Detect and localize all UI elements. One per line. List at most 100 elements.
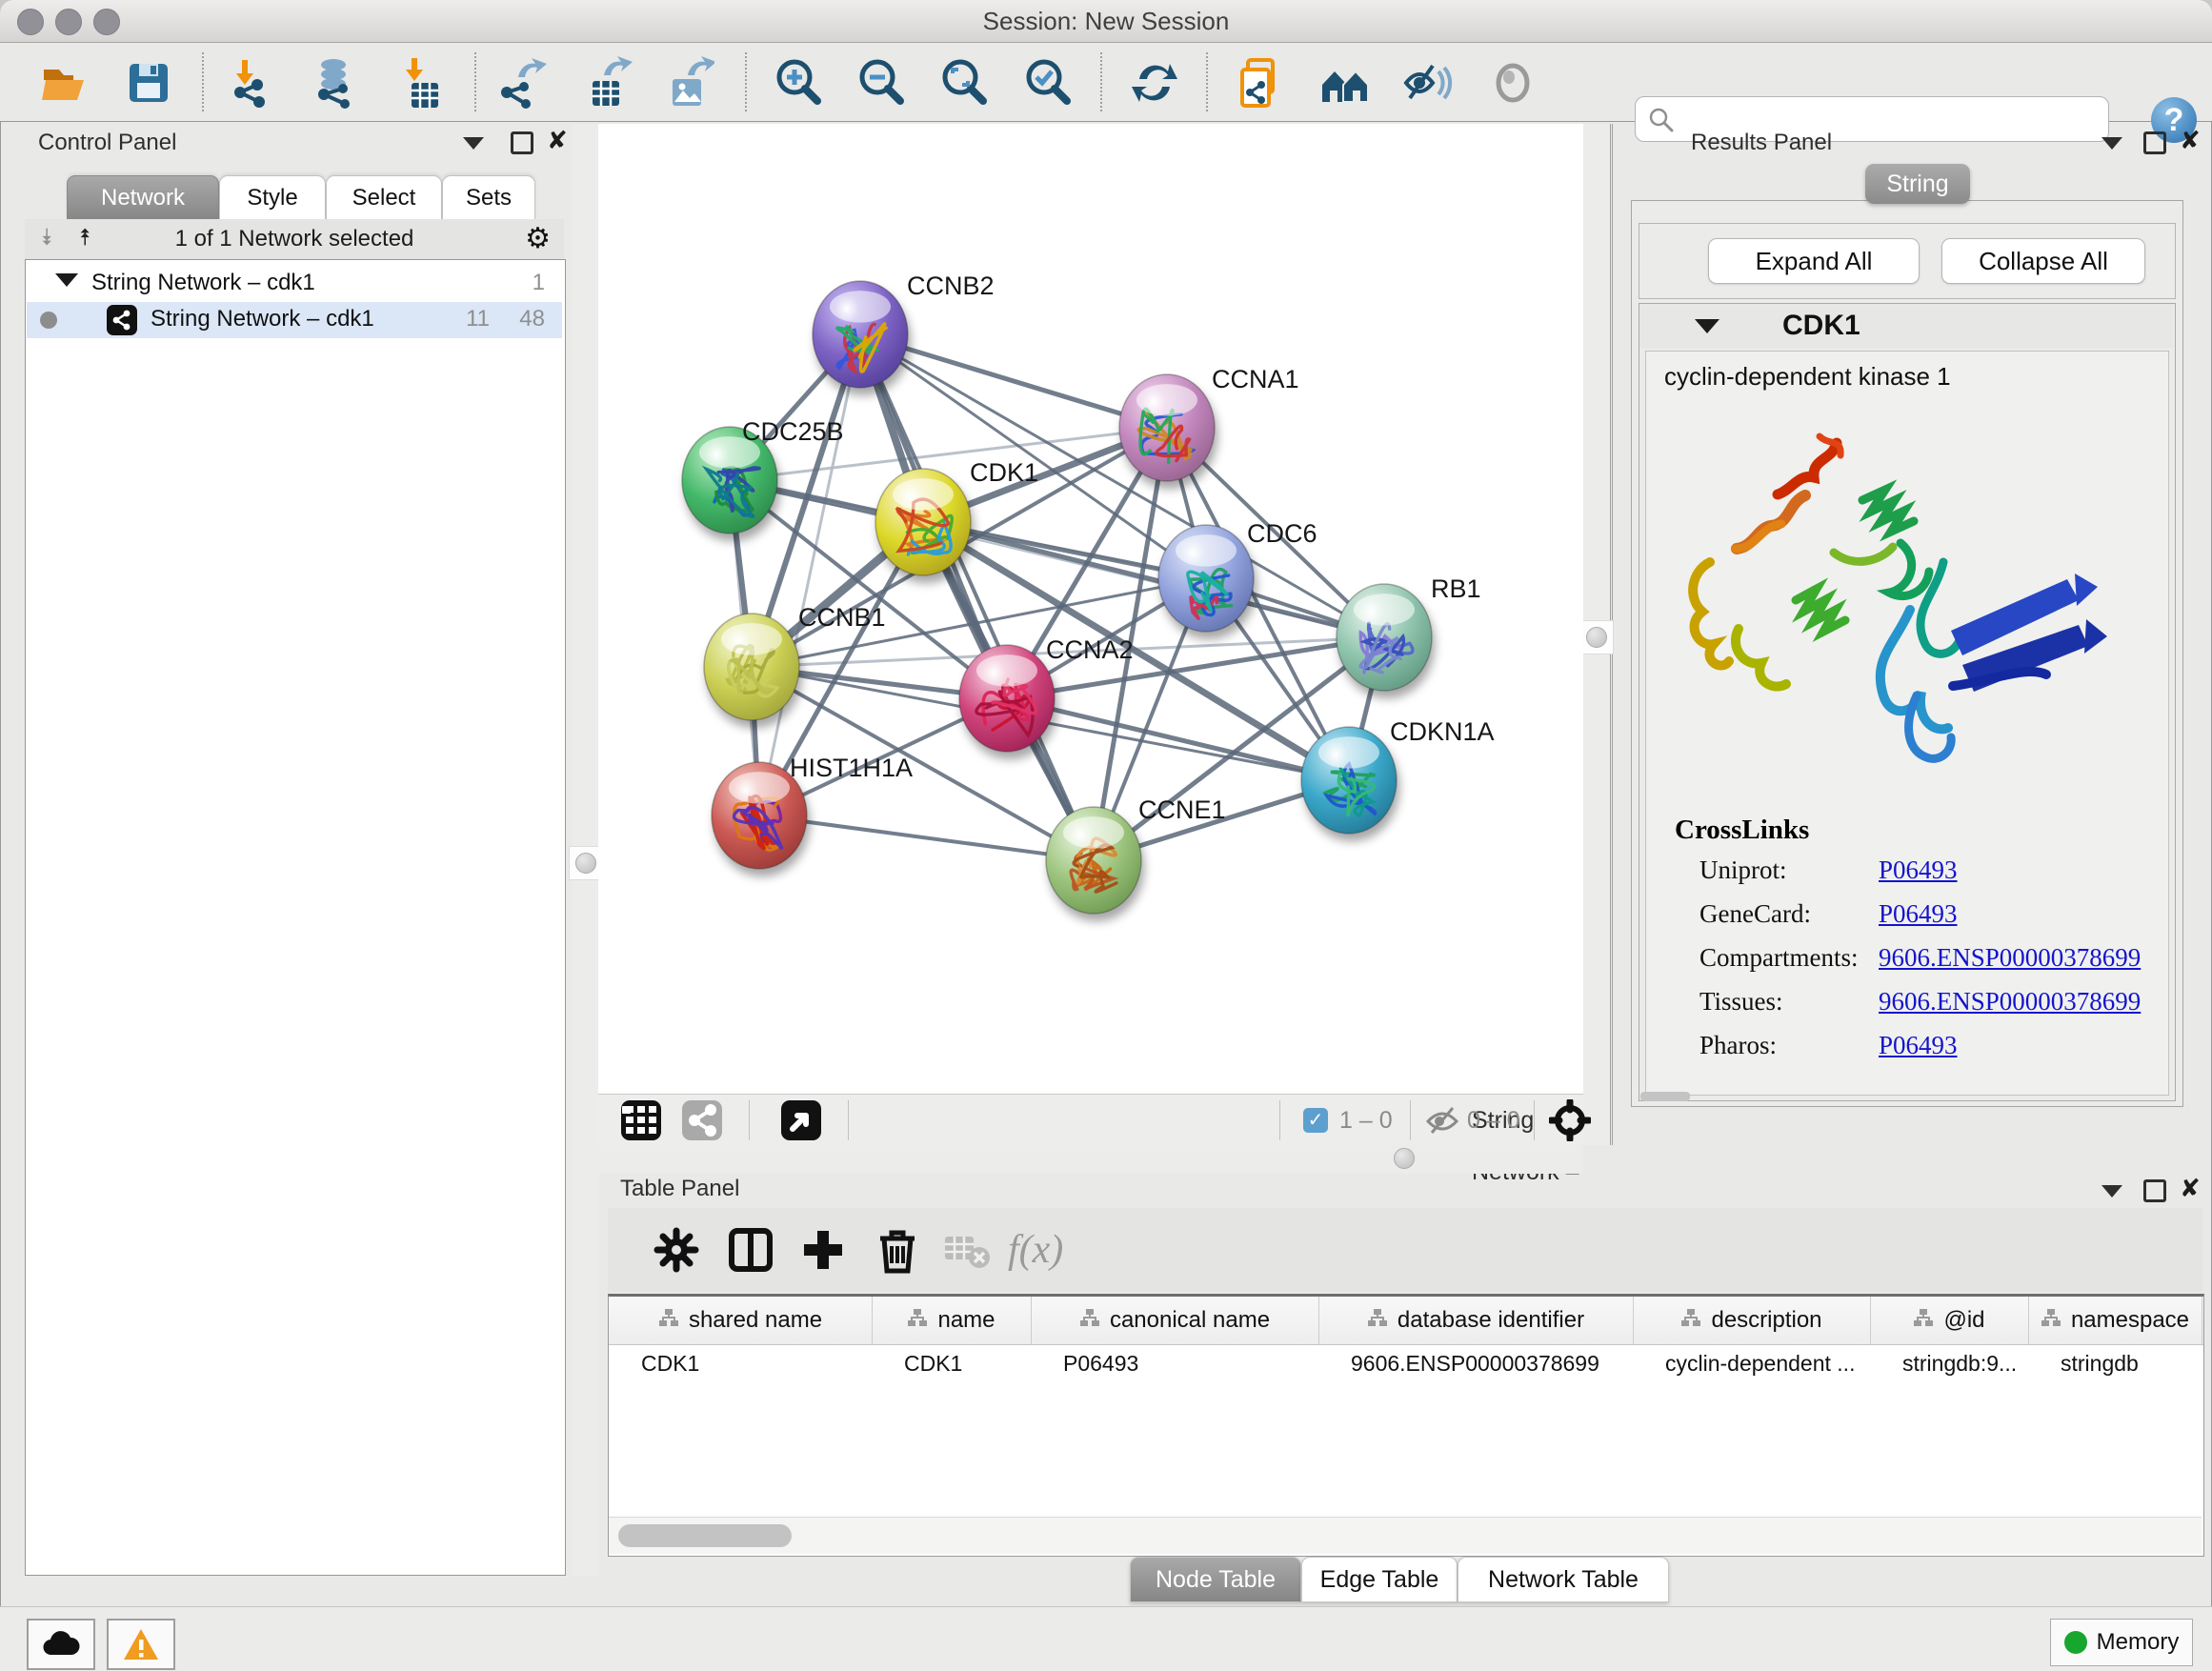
crosslink-label: Compartments: bbox=[1699, 943, 1858, 973]
table-cell[interactable]: CDK1 bbox=[872, 1344, 1031, 1382]
network-node-ccna2[interactable] bbox=[959, 645, 1055, 752]
network-node-ccnb1[interactable] bbox=[704, 614, 799, 720]
collapse-all-button[interactable]: Collapse All bbox=[1941, 238, 2145, 284]
clone-network-icon[interactable] bbox=[1235, 56, 1288, 110]
table-hscrollbar[interactable] bbox=[609, 1517, 2202, 1554]
crosslink-link[interactable]: P06493 bbox=[1879, 899, 1958, 929]
crosslink-link[interactable]: P06493 bbox=[1879, 856, 1958, 885]
expand-all-button[interactable]: Expand All bbox=[1708, 238, 1920, 284]
tab-style[interactable]: Style bbox=[219, 175, 326, 220]
tab-edge-table[interactable]: Edge Table bbox=[1301, 1557, 1458, 1602]
birdseye-grid-icon[interactable] bbox=[621, 1100, 661, 1140]
network-node-ccna1[interactable] bbox=[1119, 374, 1215, 481]
hide-graphics-icon[interactable] bbox=[1400, 56, 1454, 110]
table-cell[interactable]: 9606.ENSP00000378699 bbox=[1318, 1344, 1633, 1382]
show-home-icon[interactable] bbox=[1318, 56, 1372, 110]
table-column-header[interactable]: namespace bbox=[2028, 1297, 2202, 1344]
column-type-icon bbox=[1367, 1307, 1388, 1334]
results-scrollbar-thumb[interactable] bbox=[1640, 1092, 1690, 1101]
table-cell[interactable]: P06493 bbox=[1031, 1344, 1318, 1382]
table-panel-float-icon[interactable] bbox=[2143, 1179, 2166, 1208]
apply-layout-icon[interactable] bbox=[1128, 56, 1181, 110]
import-table-icon[interactable] bbox=[394, 56, 448, 110]
zoom-fit-icon[interactable] bbox=[937, 56, 991, 110]
warnings-button[interactable] bbox=[107, 1619, 175, 1670]
collection-expand-icon[interactable] bbox=[55, 273, 78, 287]
zoom-out-icon[interactable] bbox=[855, 56, 908, 110]
network-node-cdkn1a[interactable] bbox=[1301, 727, 1397, 834]
network-edge[interactable] bbox=[759, 815, 1094, 860]
show-columns-icon[interactable] bbox=[724, 1223, 777, 1277]
table-column-header[interactable]: description bbox=[1633, 1297, 1871, 1344]
tab-network[interactable]: Network bbox=[67, 175, 219, 220]
entry-collapse-icon[interactable] bbox=[1695, 319, 1719, 333]
memory-button[interactable]: Memory bbox=[2050, 1619, 2193, 1666]
network-options-gear-icon[interactable]: ⚙ bbox=[525, 222, 551, 255]
network-node-cdc6[interactable] bbox=[1158, 525, 1254, 632]
table-hscrollbar-thumb[interactable] bbox=[618, 1524, 792, 1547]
toolbar-divider bbox=[474, 52, 476, 111]
export-network-icon[interactable] bbox=[493, 56, 547, 110]
import-network-file-icon[interactable] bbox=[225, 56, 278, 110]
horizontal-splitter[interactable] bbox=[598, 1145, 1583, 1174]
zoom-in-icon[interactable] bbox=[772, 56, 825, 110]
crosslink-link[interactable]: P06493 bbox=[1879, 1031, 1958, 1060]
add-column-icon[interactable] bbox=[796, 1223, 850, 1277]
delete-column-icon[interactable] bbox=[871, 1223, 924, 1277]
table-options-gear-icon[interactable] bbox=[650, 1223, 703, 1277]
network-node-ccne1[interactable] bbox=[1046, 807, 1141, 914]
table-panel-collapse-icon[interactable] bbox=[2101, 1181, 2122, 1203]
zoom-selected-icon[interactable] bbox=[1021, 56, 1075, 110]
crosslink-link[interactable]: 9606.ENSP00000378699 bbox=[1879, 987, 2141, 1017]
network-node-ccnb2[interactable] bbox=[813, 281, 908, 388]
network-canvas[interactable]: CCNB2CCNA1CDC25BCDK1CDC6RB1CCNB1CCNA2CDK… bbox=[598, 124, 1583, 1094]
network-node-rb1[interactable] bbox=[1337, 584, 1432, 691]
node-label-cdkn1a: CDKN1A bbox=[1390, 717, 1495, 746]
table-column-header[interactable]: shared name bbox=[609, 1297, 873, 1344]
right-splitter[interactable] bbox=[1583, 124, 1613, 1145]
right-splitter-handle[interactable] bbox=[1579, 620, 1614, 654]
network-collection-row[interactable]: String Network – cdk1 1 bbox=[27, 266, 562, 302]
table-cell[interactable]: cyclin-dependent ... bbox=[1633, 1344, 1870, 1382]
fit-content-crosshair-icon[interactable] bbox=[1549, 1099, 1591, 1148]
network-share-icon[interactable] bbox=[682, 1100, 722, 1140]
entry-description: cyclin-dependent kinase 1 bbox=[1664, 362, 1951, 392]
table-column-header[interactable]: database identifier bbox=[1318, 1297, 1634, 1344]
control-panel-close-icon[interactable]: ✘ bbox=[547, 126, 568, 155]
tab-sets[interactable]: Sets bbox=[442, 175, 535, 220]
open-file-icon[interactable] bbox=[38, 56, 91, 110]
tab-select[interactable]: Select bbox=[326, 175, 442, 220]
left-splitter[interactable] bbox=[572, 124, 598, 1576]
results-panel-close-icon[interactable]: ✘ bbox=[2180, 126, 2201, 155]
network-node-cdk1[interactable] bbox=[875, 469, 971, 575]
table-cell[interactable]: CDK1 bbox=[609, 1344, 872, 1382]
show-graphics-icon[interactable] bbox=[1486, 56, 1539, 110]
save-session-icon[interactable] bbox=[122, 56, 175, 110]
table-cell[interactable]: stringdb:9... bbox=[1870, 1344, 2028, 1382]
network-row[interactable]: String Network – cdk1 11 48 bbox=[27, 302, 562, 338]
protein-structure-image bbox=[1667, 410, 2115, 810]
results-panel-float-icon[interactable] bbox=[2143, 131, 2166, 160]
table-column-header[interactable]: canonical name bbox=[1031, 1297, 1319, 1344]
cloud-button[interactable] bbox=[27, 1619, 95, 1670]
table-panel-close-icon[interactable]: ✘ bbox=[2180, 1174, 2201, 1203]
tab-string[interactable]: String bbox=[1865, 164, 1970, 204]
tab-node-table[interactable]: Node Table bbox=[1130, 1557, 1301, 1602]
node-label-ccna1: CCNA1 bbox=[1212, 365, 1299, 393]
import-network-database-icon[interactable] bbox=[309, 56, 362, 110]
table-cell[interactable]: stringdb bbox=[2028, 1344, 2202, 1382]
control-panel-collapse-icon[interactable] bbox=[463, 133, 484, 155]
tab-network-table[interactable]: Network Table bbox=[1458, 1557, 1669, 1602]
results-entry-header[interactable]: CDK1 bbox=[1639, 304, 2173, 348]
results-panel-collapse-icon[interactable] bbox=[2101, 133, 2122, 155]
netbar-divider bbox=[749, 1100, 750, 1140]
crosslink-link[interactable]: 9606.ENSP00000378699 bbox=[1879, 943, 2141, 973]
open-in-window-icon[interactable] bbox=[781, 1100, 821, 1140]
table-column-header[interactable]: @id bbox=[1870, 1297, 2029, 1344]
export-image-icon[interactable] bbox=[661, 56, 714, 110]
table-column-header[interactable]: name bbox=[872, 1297, 1032, 1344]
selected-checkbox-icon[interactable]: ✓ bbox=[1303, 1108, 1328, 1133]
control-panel-float-icon[interactable] bbox=[511, 131, 533, 160]
network-edge[interactable] bbox=[759, 334, 860, 815]
export-table-icon[interactable] bbox=[579, 56, 633, 110]
